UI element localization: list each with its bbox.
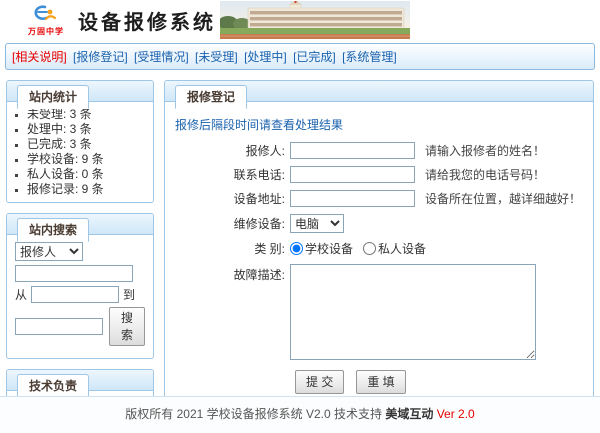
main-nav: [相关说明] [报修登记] [受理情况] [未受理] [处理中] [已完成] [… [5,43,595,70]
reporter-input[interactable] [290,142,415,159]
search-panel-title: 站内搜索 [17,218,89,242]
submit-button[interactable]: 提 交 [295,370,344,394]
tech-panel-title: 技术负责 [17,374,89,398]
search-from-label: 从 [15,286,27,303]
radio-private-device[interactable] [363,242,376,255]
footer-brand: 美域互动 [385,407,433,421]
radio-school-device[interactable] [290,242,303,255]
search-to-input[interactable] [15,318,103,335]
stats-panel-title: 站内统计 [17,85,89,109]
tab-repair-register: 报修登记 [175,85,247,109]
list-item: 学校设备: 9 条 [27,153,149,166]
list-item: 未受理: 3 条 [27,108,149,121]
list-item: 处理中: 3 条 [27,123,149,136]
search-form: 报修人 从 到 搜索 [7,235,153,358]
page: 万固中学 设备报修系统 [0,0,600,433]
sidebar: 站内统计 未受理: 3 条 处理中: 3 条 已完成: 3 条 学校设备: 9 … [6,80,154,433]
tech-panel-header: 技术负责 [7,370,153,391]
description-textarea[interactable] [290,264,536,360]
nav-link-instructions[interactable]: [相关说明] [12,50,67,64]
description-label: 故障描述: [165,264,290,283]
address-label: 设备地址: [165,190,290,207]
nav-link-unaccepted[interactable]: [未受理] [195,50,238,64]
nav-link-acceptance-status[interactable]: [受理情况] [134,50,189,64]
nav-link-in-progress[interactable]: [处理中] [244,50,287,64]
radio-private-device-label[interactable]: 私人设备 [378,240,426,257]
address-input[interactable] [290,190,415,207]
logo-caption: 万固中学 [20,26,72,37]
nav-link-repair-register[interactable]: [报修登记] [73,50,128,64]
device-label: 维修设备: [165,215,290,232]
stats-list: 未受理: 3 条 处理中: 3 条 已完成: 3 条 学校设备: 9 条 私人设… [27,108,149,196]
phone-input[interactable] [290,166,415,183]
search-button[interactable]: 搜索 [109,307,145,346]
header: 万固中学 设备报修系统 [0,0,600,40]
footer: 版权所有 2021 学校设备报修系统 V2.0 技术支持 美域互动 Ver 2.… [0,396,600,433]
list-item: 私人设备: 0 条 [27,168,149,181]
repair-form: 报修人: 请输入报修者的姓名！ 联系电话: 请给我您的电话号码！ 设备地址: 设… [165,142,593,394]
footer-copyright-text: 版权所有 2021 学校设备报修系统 V2.0 技术支持 [125,407,382,421]
logo-icon [31,12,61,26]
reset-button[interactable]: 重 填 [356,370,405,394]
footer-version: Ver 2.0 [437,407,475,421]
main-area: 报修登记 报修后隔段时间请查看处理结果 报修人: 请输入报修者的姓名！ 联系电话… [164,80,594,407]
search-panel-header: 站内搜索 [7,214,153,235]
category-label: 类 别: [165,240,290,257]
search-from-input[interactable] [31,286,119,303]
search-field-select[interactable]: 报修人 [15,242,83,261]
search-keyword-input[interactable] [15,265,133,282]
phone-hint: 请给我您的电话号码！ [425,166,545,183]
device-select[interactable]: 电脑 [290,214,344,233]
stats-panel: 站内统计 未受理: 3 条 处理中: 3 条 已完成: 3 条 学校设备: 9 … [6,80,154,203]
repair-register-panel: 报修登记 报修后隔段时间请查看处理结果 报修人: 请输入报修者的姓名！ 联系电话… [164,80,594,407]
nav-link-system-admin[interactable]: [系统管理] [342,50,397,64]
repair-register-header: 报修登记 [165,81,593,102]
search-panel: 站内搜索 报修人 从 到 [6,213,154,359]
search-to-label: 到 [123,286,135,303]
reporter-label: 报修人: [165,142,290,159]
page-title: 设备报修系统 [78,6,216,35]
school-photo-image [220,1,410,39]
logo: 万固中学 [20,3,72,37]
phone-label: 联系电话: [165,166,290,183]
list-item: 报修记录: 9 条 [27,183,149,196]
list-item: 已完成: 3 条 [27,138,149,151]
stats-panel-header: 站内统计 [7,81,153,102]
content: 站内统计 未受理: 3 条 处理中: 3 条 已完成: 3 条 学校设备: 9 … [0,70,600,433]
address-hint: 设备所在位置，越详细越好！ [425,190,581,207]
radio-school-device-label[interactable]: 学校设备 [305,240,353,257]
nav-link-completed[interactable]: [已完成] [293,50,336,64]
reporter-hint: 请输入报修者的姓名！ [425,142,545,159]
